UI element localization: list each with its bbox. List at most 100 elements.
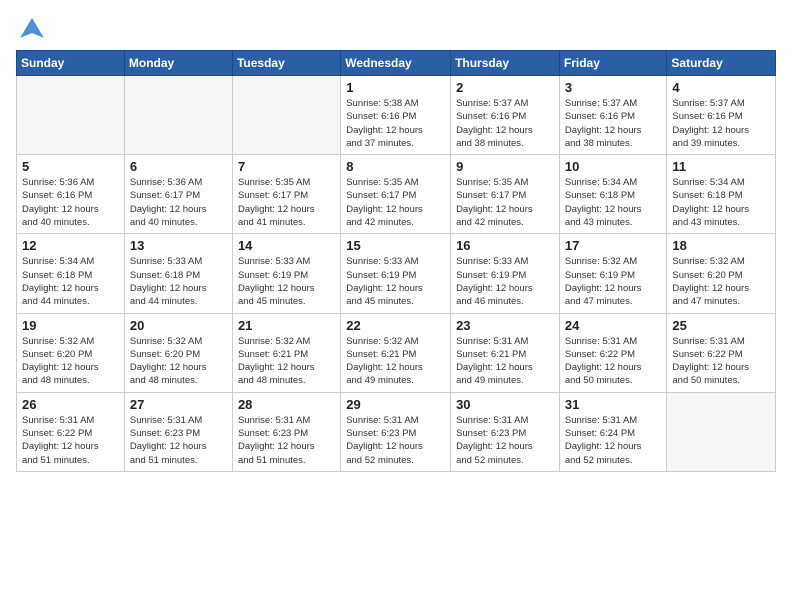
day-info: Sunrise: 5:31 AM Sunset: 6:22 PM Dayligh… — [672, 335, 770, 388]
page-header — [16, 16, 776, 44]
calendar-cell: 27Sunrise: 5:31 AM Sunset: 6:23 PM Dayli… — [124, 392, 232, 471]
day-number: 20 — [130, 318, 227, 333]
calendar-week-row: 5Sunrise: 5:36 AM Sunset: 6:16 PM Daylig… — [17, 155, 776, 234]
calendar-cell: 16 Sunrise: 5:33 AM Sunset: 6:19 PM Dayli… — [451, 234, 560, 313]
day-info: Sunrise: 5:34 AM Sunset: 6:18 PM Dayligh… — [22, 255, 119, 308]
day-number: 1 — [346, 80, 445, 95]
day-info: Sunrise: 5:38 AM Sunset: 6:16 PM Dayligh… — [346, 97, 445, 150]
day-number: 10 — [565, 159, 662, 174]
day-info: Sunrise: 5:31 AM Sunset: 6:21 PM Dayligh… — [456, 335, 554, 388]
day-number: 25 — [672, 318, 770, 333]
day-number: 11 — [672, 159, 770, 174]
calendar-cell: 25 Sunrise: 5:31 AM Sunset: 6:22 PM Dayli… — [667, 313, 776, 392]
day-info: Sunrise: 5:32 AM Sunset: 6:19 PM Dayligh… — [565, 255, 662, 308]
day-info: Sunrise: 5:36 AM Sunset: 6:16 PM Dayligh… — [22, 176, 119, 229]
day-info: Sunrise: 5:32 AM Sunset: 6:21 PM Dayligh… — [346, 335, 445, 388]
day-number: 28 — [238, 397, 335, 412]
calendar-cell: 20 Sunrise: 5:32 AM Sunset: 6:20 PM Dayli… — [124, 313, 232, 392]
calendar-cell: 6 Sunrise: 5:36 AM Sunset: 6:17 PM Daylig… — [124, 155, 232, 234]
day-info: Sunrise: 5:33 AM Sunset: 6:19 PM Dayligh… — [346, 255, 445, 308]
day-info: Sunrise: 5:31 AM Sunset: 6:23 PM Dayligh… — [456, 414, 554, 467]
logo-bird-icon — [18, 16, 46, 44]
calendar-cell: 5Sunrise: 5:36 AM Sunset: 6:16 PM Daylig… — [17, 155, 125, 234]
day-number: 12 — [22, 238, 119, 253]
calendar-cell: 13 Sunrise: 5:33 AM Sunset: 6:18 PM Dayli… — [124, 234, 232, 313]
day-info: Sunrise: 5:31 AM Sunset: 6:23 PM Dayligh… — [346, 414, 445, 467]
day-info: Sunrise: 5:32 AM Sunset: 6:20 PM Dayligh… — [672, 255, 770, 308]
calendar-cell: 7Sunrise: 5:35 AM Sunset: 6:17 PM Daylig… — [232, 155, 340, 234]
calendar-cell: 31 Sunrise: 5:31 AM Sunset: 6:24 PM Dayli… — [559, 392, 667, 471]
day-info: Sunrise: 5:33 AM Sunset: 6:18 PM Dayligh… — [130, 255, 227, 308]
day-number: 29 — [346, 397, 445, 412]
day-info: Sunrise: 5:31 AM Sunset: 6:23 PM Dayligh… — [238, 414, 335, 467]
day-info: Sunrise: 5:31 AM Sunset: 6:22 PM Dayligh… — [565, 335, 662, 388]
calendar-week-row: 19 Sunrise: 5:32 AM Sunset: 6:20 PM Dayli… — [17, 313, 776, 392]
day-number: 30 — [456, 397, 554, 412]
day-number: 2 — [456, 80, 554, 95]
col-header-tuesday: Tuesday — [232, 51, 340, 76]
calendar-cell: 21Sunrise: 5:32 AM Sunset: 6:21 PM Dayli… — [232, 313, 340, 392]
day-number: 13 — [130, 238, 227, 253]
calendar-cell: 23 Sunrise: 5:31 AM Sunset: 6:21 PM Dayli… — [451, 313, 560, 392]
calendar-cell: 24 Sunrise: 5:31 AM Sunset: 6:22 PM Dayli… — [559, 313, 667, 392]
calendar-cell: 12 Sunrise: 5:34 AM Sunset: 6:18 PM Dayli… — [17, 234, 125, 313]
calendar-week-row: 12 Sunrise: 5:34 AM Sunset: 6:18 PM Dayli… — [17, 234, 776, 313]
day-number: 4 — [672, 80, 770, 95]
day-info: Sunrise: 5:32 AM Sunset: 6:20 PM Dayligh… — [130, 335, 227, 388]
col-header-sunday: Sunday — [17, 51, 125, 76]
calendar-cell: 28 Sunrise: 5:31 AM Sunset: 6:23 PM Dayli… — [232, 392, 340, 471]
day-number: 26 — [22, 397, 119, 412]
calendar-week-row: 1 Sunrise: 5:38 AM Sunset: 6:16 PM Daylig… — [17, 76, 776, 155]
day-number: 24 — [565, 318, 662, 333]
calendar-cell: 14 Sunrise: 5:33 AM Sunset: 6:19 PM Dayli… — [232, 234, 340, 313]
col-header-saturday: Saturday — [667, 51, 776, 76]
calendar-cell: 15Sunrise: 5:33 AM Sunset: 6:19 PM Dayli… — [341, 234, 451, 313]
calendar-cell: 1 Sunrise: 5:38 AM Sunset: 6:16 PM Daylig… — [341, 76, 451, 155]
calendar-cell: 29 Sunrise: 5:31 AM Sunset: 6:23 PM Dayli… — [341, 392, 451, 471]
calendar-cell: 19Sunrise: 5:32 AM Sunset: 6:20 PM Dayli… — [17, 313, 125, 392]
day-info: Sunrise: 5:36 AM Sunset: 6:17 PM Dayligh… — [130, 176, 227, 229]
day-info: Sunrise: 5:35 AM Sunset: 6:17 PM Dayligh… — [456, 176, 554, 229]
day-number: 3 — [565, 80, 662, 95]
day-info: Sunrise: 5:34 AM Sunset: 6:18 PM Dayligh… — [565, 176, 662, 229]
calendar-cell: 30 Sunrise: 5:31 AM Sunset: 6:23 PM Dayli… — [451, 392, 560, 471]
calendar-cell — [667, 392, 776, 471]
day-info: Sunrise: 5:31 AM Sunset: 6:24 PM Dayligh… — [565, 414, 662, 467]
day-info: Sunrise: 5:31 AM Sunset: 6:22 PM Dayligh… — [22, 414, 119, 467]
day-number: 23 — [456, 318, 554, 333]
col-header-monday: Monday — [124, 51, 232, 76]
day-info: Sunrise: 5:31 AM Sunset: 6:23 PM Dayligh… — [130, 414, 227, 467]
calendar-cell: 9 Sunrise: 5:35 AM Sunset: 6:17 PM Daylig… — [451, 155, 560, 234]
calendar-cell: 4 Sunrise: 5:37 AM Sunset: 6:16 PM Daylig… — [667, 76, 776, 155]
col-header-wednesday: Wednesday — [341, 51, 451, 76]
day-number: 16 — [456, 238, 554, 253]
calendar-cell — [232, 76, 340, 155]
calendar-cell — [124, 76, 232, 155]
calendar-cell: 26 Sunrise: 5:31 AM Sunset: 6:22 PM Dayli… — [17, 392, 125, 471]
calendar-cell: 22 Sunrise: 5:32 AM Sunset: 6:21 PM Dayli… — [341, 313, 451, 392]
calendar-header-row: SundayMondayTuesdayWednesdayThursdayFrid… — [17, 51, 776, 76]
day-info: Sunrise: 5:33 AM Sunset: 6:19 PM Dayligh… — [456, 255, 554, 308]
day-number: 9 — [456, 159, 554, 174]
calendar-table: SundayMondayTuesdayWednesdayThursdayFrid… — [16, 50, 776, 472]
day-number: 14 — [238, 238, 335, 253]
day-number: 6 — [130, 159, 227, 174]
day-info: Sunrise: 5:33 AM Sunset: 6:19 PM Dayligh… — [238, 255, 335, 308]
calendar-cell: 10 Sunrise: 5:34 AM Sunset: 6:18 PM Dayli… — [559, 155, 667, 234]
day-info: Sunrise: 5:34 AM Sunset: 6:18 PM Dayligh… — [672, 176, 770, 229]
day-info: Sunrise: 5:35 AM Sunset: 6:17 PM Dayligh… — [346, 176, 445, 229]
calendar-week-row: 26 Sunrise: 5:31 AM Sunset: 6:22 PM Dayli… — [17, 392, 776, 471]
day-number: 31 — [565, 397, 662, 412]
calendar-cell — [17, 76, 125, 155]
col-header-friday: Friday — [559, 51, 667, 76]
calendar-cell: 8Sunrise: 5:35 AM Sunset: 6:17 PM Daylig… — [341, 155, 451, 234]
logo — [16, 16, 46, 44]
calendar-cell: 17Sunrise: 5:32 AM Sunset: 6:19 PM Dayli… — [559, 234, 667, 313]
day-number: 22 — [346, 318, 445, 333]
calendar-cell: 3 Sunrise: 5:37 AM Sunset: 6:16 PM Daylig… — [559, 76, 667, 155]
day-info: Sunrise: 5:37 AM Sunset: 6:16 PM Dayligh… — [456, 97, 554, 150]
calendar-cell: 18Sunrise: 5:32 AM Sunset: 6:20 PM Dayli… — [667, 234, 776, 313]
day-info: Sunrise: 5:37 AM Sunset: 6:16 PM Dayligh… — [565, 97, 662, 150]
day-info: Sunrise: 5:37 AM Sunset: 6:16 PM Dayligh… — [672, 97, 770, 150]
day-number: 19 — [22, 318, 119, 333]
